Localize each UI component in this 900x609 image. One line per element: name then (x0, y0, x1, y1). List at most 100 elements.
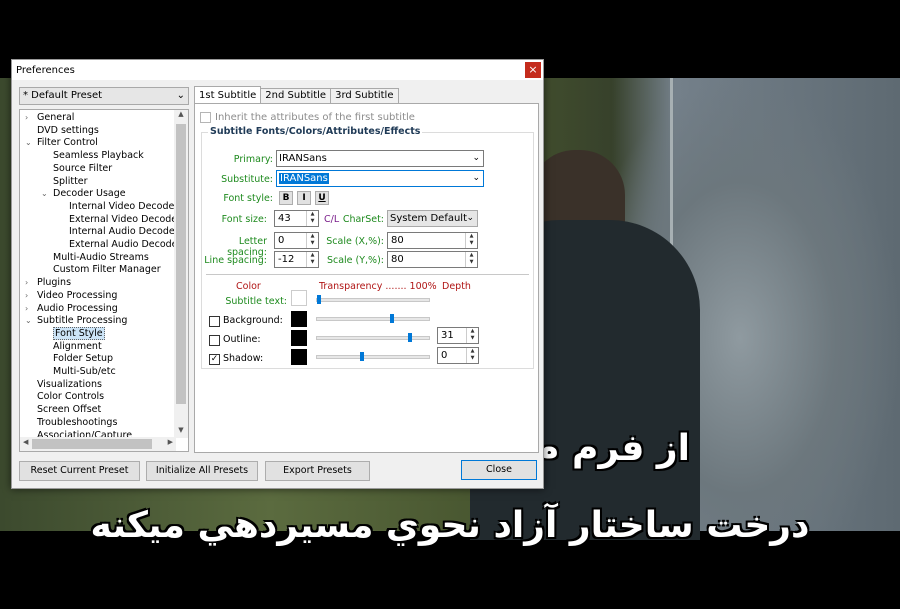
expand-toggle-icon[interactable]: › (25, 277, 37, 290)
reset-preset-button[interactable]: Reset Current Preset (19, 461, 140, 481)
tree-item[interactable]: Splitter (41, 176, 88, 189)
tree-item[interactable]: Font Style (41, 326, 105, 341)
tree-item[interactable]: Multi-Audio Streams (41, 252, 149, 265)
bold-button[interactable]: B (279, 191, 293, 205)
stepper-arrows-icon[interactable]: ▲ ▼ (466, 328, 478, 343)
close-window-button[interactable]: × (525, 62, 541, 78)
stepper-arrows-icon[interactable]: ▲ ▼ (306, 211, 318, 226)
background-checkbox[interactable] (209, 316, 220, 327)
tree-item[interactable]: Alignment (41, 341, 102, 354)
scale-x-stepper[interactable]: 80 ▲ ▼ (387, 232, 478, 249)
tab-2nd-subtitle[interactable]: 2nd Subtitle (260, 88, 332, 104)
stepper-arrows-icon[interactable]: ▲ ▼ (306, 233, 318, 248)
tree-item[interactable]: ⌄ Decoder Usage (41, 188, 126, 201)
scale-y-stepper[interactable]: 80 ▲ ▼ (387, 251, 478, 268)
close-button[interactable]: Close (461, 460, 537, 480)
slider-knob[interactable] (390, 314, 394, 323)
tree-item[interactable]: › Audio Processing (25, 303, 118, 316)
slider-knob[interactable] (317, 295, 321, 304)
scroll-up-icon[interactable]: ▲ (174, 110, 188, 122)
tree-item[interactable]: › Video Processing (25, 290, 117, 303)
inherit-checkbox[interactable] (200, 112, 211, 123)
settings-tree[interactable]: › General DVD settings ⌄ Filter Control Seaml… (19, 109, 189, 452)
scroll-down-icon[interactable]: ▼ (174, 426, 188, 438)
outline-checkbox[interactable] (209, 335, 220, 346)
scale-x-value: 80 (391, 235, 404, 246)
tree-item[interactable]: Visualizations (25, 379, 102, 392)
shadow-color-swatch[interactable] (291, 349, 307, 365)
background-color-swatch[interactable] (291, 311, 307, 327)
tree-item[interactable]: Color Controls (25, 391, 104, 404)
tree-horizontal-scrollbar[interactable]: ◀ ▶ (20, 437, 176, 451)
scroll-thumb[interactable] (176, 124, 186, 404)
subtitle-text-color-swatch[interactable] (291, 290, 307, 306)
tree-item-label: Video Processing (37, 289, 118, 301)
expand-toggle-icon[interactable]: › (25, 112, 37, 125)
tree-item[interactable]: ⌄ Filter Control (25, 137, 98, 150)
background-transparency-slider[interactable] (316, 314, 430, 323)
tree-item-label: Source Filter (53, 162, 113, 174)
tree-item[interactable]: Custom Filter Manager (41, 264, 161, 277)
scroll-right-icon[interactable]: ▶ (168, 438, 173, 446)
transparency-header: Transparency ....... 100% (319, 281, 437, 292)
tree-item[interactable]: Internal Audio Decoder (57, 226, 179, 239)
shadow-checkbox[interactable]: ✓ (209, 354, 220, 365)
stepper-arrows-icon[interactable]: ▲ ▼ (465, 233, 477, 248)
tree-item-label: Screen Offset (37, 404, 102, 416)
tree-item[interactable]: ⌄ Subtitle Processing (25, 315, 127, 328)
underline-button[interactable]: U (315, 191, 329, 205)
chevron-down-icon: ⌄ (472, 173, 480, 183)
stepper-arrows-icon[interactable]: ▲ ▼ (466, 348, 478, 363)
tree-vertical-scrollbar[interactable]: ▲ ▼ (174, 110, 188, 438)
font-style-label: Font style: (223, 193, 273, 204)
expand-toggle-icon[interactable]: ⌄ (25, 137, 37, 150)
tree-item-label: Seamless Playback (53, 150, 144, 162)
tree-item[interactable]: › General (25, 112, 74, 125)
preset-select[interactable]: * Default Preset ⌄ (19, 87, 189, 105)
hscroll-thumb[interactable] (32, 439, 152, 449)
font-size-stepper[interactable]: 43 ▲ ▼ (274, 210, 319, 227)
tree-item[interactable]: DVD settings (25, 125, 99, 138)
slider-knob[interactable] (408, 333, 412, 342)
subtitle-text-transparency-slider[interactable] (316, 295, 430, 304)
stepper-arrows-icon[interactable]: ▲ ▼ (465, 252, 477, 267)
letter-spacing-stepper[interactable]: 0 ▲ ▼ (274, 232, 319, 249)
slider-knob[interactable] (360, 352, 364, 361)
outline-transparency-slider[interactable] (316, 333, 430, 342)
tree-item[interactable]: Screen Offset (25, 404, 101, 417)
tree-item[interactable]: Multi-Sub/etc (41, 366, 116, 379)
tab-1st-subtitle[interactable]: 1st Subtitle (194, 86, 262, 104)
italic-button[interactable]: I (297, 191, 311, 205)
window-title: Preferences (16, 64, 75, 76)
tree-item[interactable]: Seamless Playback (41, 150, 144, 163)
tree-item-label: Custom Filter Manager (53, 264, 161, 276)
divider (206, 274, 529, 275)
tree-item[interactable]: Troubleshootings (25, 417, 117, 430)
charset-select[interactable]: System Default ⌄ (387, 210, 478, 227)
cl-label[interactable]: C/L (324, 214, 339, 225)
initialize-presets-button[interactable]: Initialize All Presets (146, 461, 258, 481)
export-presets-button[interactable]: Export Presets (265, 461, 370, 481)
tab-3rd-subtitle[interactable]: 3rd Subtitle (330, 88, 399, 104)
outline-color-swatch[interactable] (291, 330, 307, 346)
tree-item[interactable]: Folder Setup (41, 353, 113, 366)
tree-item[interactable]: Internal Video Decoder (57, 201, 178, 214)
expand-toggle-icon[interactable]: › (25, 290, 37, 303)
primary-font-select[interactable]: IRANSans ⌄ (276, 150, 484, 167)
substitute-font-select[interactable]: IRANSans ⌄ (276, 170, 484, 187)
expand-toggle-icon[interactable]: › (25, 303, 37, 316)
scroll-left-icon[interactable]: ◀ (23, 438, 28, 446)
shadow-depth-stepper[interactable]: 0 ▲ ▼ (437, 347, 479, 364)
expand-toggle-icon[interactable]: ⌄ (41, 188, 53, 201)
stepper-arrows-icon[interactable]: ▲ ▼ (306, 252, 318, 267)
tree-item[interactable]: Source Filter (41, 163, 112, 176)
shadow-depth-value: 0 (441, 350, 448, 361)
line-spacing-stepper[interactable]: -12 ▲ ▼ (274, 251, 319, 268)
expand-toggle-icon[interactable]: ⌄ (25, 315, 37, 328)
inherit-checkbox-row[interactable]: Inherit the attributes of the first subt… (200, 112, 415, 123)
tree-item[interactable]: › Plugins (25, 277, 71, 290)
tree-item[interactable]: External Audio Decoder (57, 239, 181, 252)
outline-depth-stepper[interactable]: 31 ▲ ▼ (437, 327, 479, 344)
shadow-transparency-slider[interactable] (316, 352, 430, 361)
tree-item[interactable]: External Video Decoder (57, 214, 181, 227)
